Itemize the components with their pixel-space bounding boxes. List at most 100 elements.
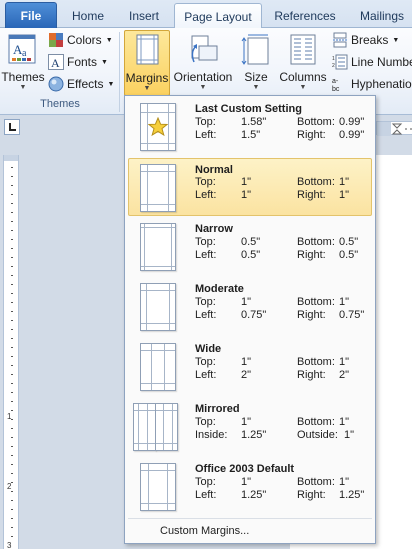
margin-option-wide[interactable]: Wide Top: 1" Bottom: 1" Left: 2" Right: … (128, 338, 372, 396)
breaks-icon (332, 32, 348, 48)
margin-right-key: Right: (297, 369, 326, 381)
margin-bottom-key: Bottom: (297, 476, 335, 488)
ruler-number: 2 (7, 482, 12, 491)
tab-insert[interactable]: Insert (116, 4, 172, 28)
margin-bottom-key: Bottom: (297, 176, 335, 188)
ruler-tick (11, 392, 13, 393)
themes-button[interactable]: A a Themes ▼ (1, 30, 45, 96)
margin-right-key: Right: (297, 489, 326, 501)
star-icon (140, 103, 176, 151)
margins-button[interactable]: Margins ▼ (124, 30, 170, 96)
svg-text:a-: a- (332, 78, 339, 85)
vertical-ruler[interactable]: 1 2 3 (3, 155, 19, 549)
margin-top-value: 1" (241, 416, 252, 428)
margin-right-value: 1.25" (339, 489, 365, 501)
margin-option-mirrored[interactable]: Mirrored Top: 1" Bottom: 1" Inside: 1.25… (128, 398, 372, 456)
margin-option-office-2003-default[interactable]: Office 2003 Default Top: 1" Bottom: 1" L… (128, 458, 372, 516)
margin-left-key: Left: (195, 129, 217, 141)
margin-bottom-value: 1" (339, 356, 350, 368)
margin-left-key: Left: (195, 189, 217, 201)
svg-text:1: 1 (332, 56, 335, 62)
size-button[interactable]: Size ▼ (238, 30, 274, 96)
svg-text:2: 2 (332, 63, 335, 69)
ruler-tick (11, 428, 13, 429)
fonts-label: Fonts (67, 55, 98, 69)
custom-margins-button[interactable]: Custom Margins... (128, 520, 372, 542)
margin-top-value: 1" (241, 176, 252, 188)
ruler-tick (11, 374, 13, 375)
size-label: Size (244, 70, 268, 84)
effects-button[interactable]: Effects ▼ (48, 74, 114, 94)
tab-file[interactable]: File (5, 2, 57, 28)
effects-label: Effects (67, 77, 104, 91)
ruler-tick (11, 212, 13, 213)
ruler-tick (11, 185, 13, 186)
ruler-tick (11, 509, 13, 510)
colors-button[interactable]: Colors ▼ (48, 30, 113, 50)
ruler-margin-shade (4, 155, 18, 161)
orientation-button[interactable]: Orientation ▼ (172, 30, 234, 96)
hyphenation-icon: a- bc (332, 76, 348, 93)
margin-right-key: Right: (297, 189, 326, 201)
ruler-tick (11, 293, 13, 294)
tab-references[interactable]: References (266, 4, 344, 28)
margin-option-name: Office 2003 Default (195, 463, 295, 475)
margin-option-name: Mirrored (195, 403, 240, 415)
margin-option-name: Normal (195, 164, 233, 176)
ruler-tick (11, 203, 13, 204)
ruler-tick (11, 518, 13, 519)
margin-option-last-custom[interactable]: Last Custom Setting Top: 1.58" Bottom: 0… (128, 98, 372, 156)
chevron-down-icon: ▼ (101, 58, 108, 66)
margin-option-name: Wide (195, 343, 222, 355)
tab-selector[interactable] (4, 119, 20, 135)
margin-option-moderate[interactable]: Moderate Top: 1" Bottom: 1" Left: 0.75" … (128, 278, 372, 336)
chevron-down-icon: ▼ (107, 80, 115, 88)
ruler-tick (11, 419, 13, 420)
margin-top-value: 1" (241, 476, 252, 488)
margin-top-value: 0.5" (241, 236, 261, 248)
margin-left-key: Left: (195, 369, 217, 381)
ruler-tick (11, 248, 13, 249)
breaks-label: Breaks (351, 33, 389, 47)
hyphenation-button[interactable]: a- bc Hyphenation (332, 74, 412, 94)
ruler-tick (11, 221, 13, 222)
ruler-tick (11, 275, 13, 276)
tab-home[interactable]: Home (62, 4, 114, 28)
line-numbers-label: Line Numbe (351, 55, 412, 69)
breaks-button[interactable]: Breaks ▼ (332, 30, 399, 50)
page-margins-icon (140, 283, 176, 331)
ruler-tick (11, 329, 13, 330)
margin-bottom-key: Bottom: (297, 356, 335, 368)
size-icon (239, 32, 273, 66)
margin-bottom-value: 1" (339, 476, 350, 488)
fonts-button[interactable]: A Fonts ▼ (48, 52, 108, 72)
colors-label: Colors (67, 33, 102, 47)
margin-outside-key: Outside: (297, 429, 338, 441)
page-margins-icon (140, 223, 176, 271)
colors-icon (48, 32, 64, 48)
margin-left-key: Left: (195, 309, 217, 321)
margin-left-value: 0.5" (241, 249, 261, 261)
themes-label: Themes (1, 70, 45, 84)
margin-right-value: 0.75" (339, 309, 365, 321)
margins-dropdown: Last Custom Setting Top: 1.58" Bottom: 0… (124, 95, 376, 544)
margin-top-value: 1" (241, 296, 252, 308)
margin-option-narrow[interactable]: Narrow Top: 0.5" Bottom: 0.5" Left: 0.5"… (128, 218, 372, 276)
margin-right-value: 1" (339, 189, 350, 201)
horizontal-ruler[interactable] (376, 121, 412, 136)
themes-group-label: Themes (40, 98, 80, 110)
line-numbers-button[interactable]: 1 2 Line Numbe (332, 52, 412, 72)
effects-icon (48, 76, 64, 92)
ruler-tick (11, 383, 13, 384)
tab-page-layout[interactable]: Page Layout (174, 3, 262, 29)
fonts-icon: A (48, 54, 64, 70)
margin-option-normal[interactable]: Normal Top: 1" Bottom: 1" Left: 1" Right… (128, 158, 372, 216)
ruler-tick (11, 266, 13, 267)
margin-top-key: Top: (195, 356, 216, 368)
orientation-label: Orientation (173, 70, 233, 84)
margin-right-key: Right: (297, 129, 326, 141)
tab-mailings[interactable]: Mailings (350, 4, 412, 28)
margin-top-key: Top: (195, 476, 216, 488)
ruler-tick (11, 455, 13, 456)
columns-button[interactable]: Columns ▼ (278, 30, 328, 96)
